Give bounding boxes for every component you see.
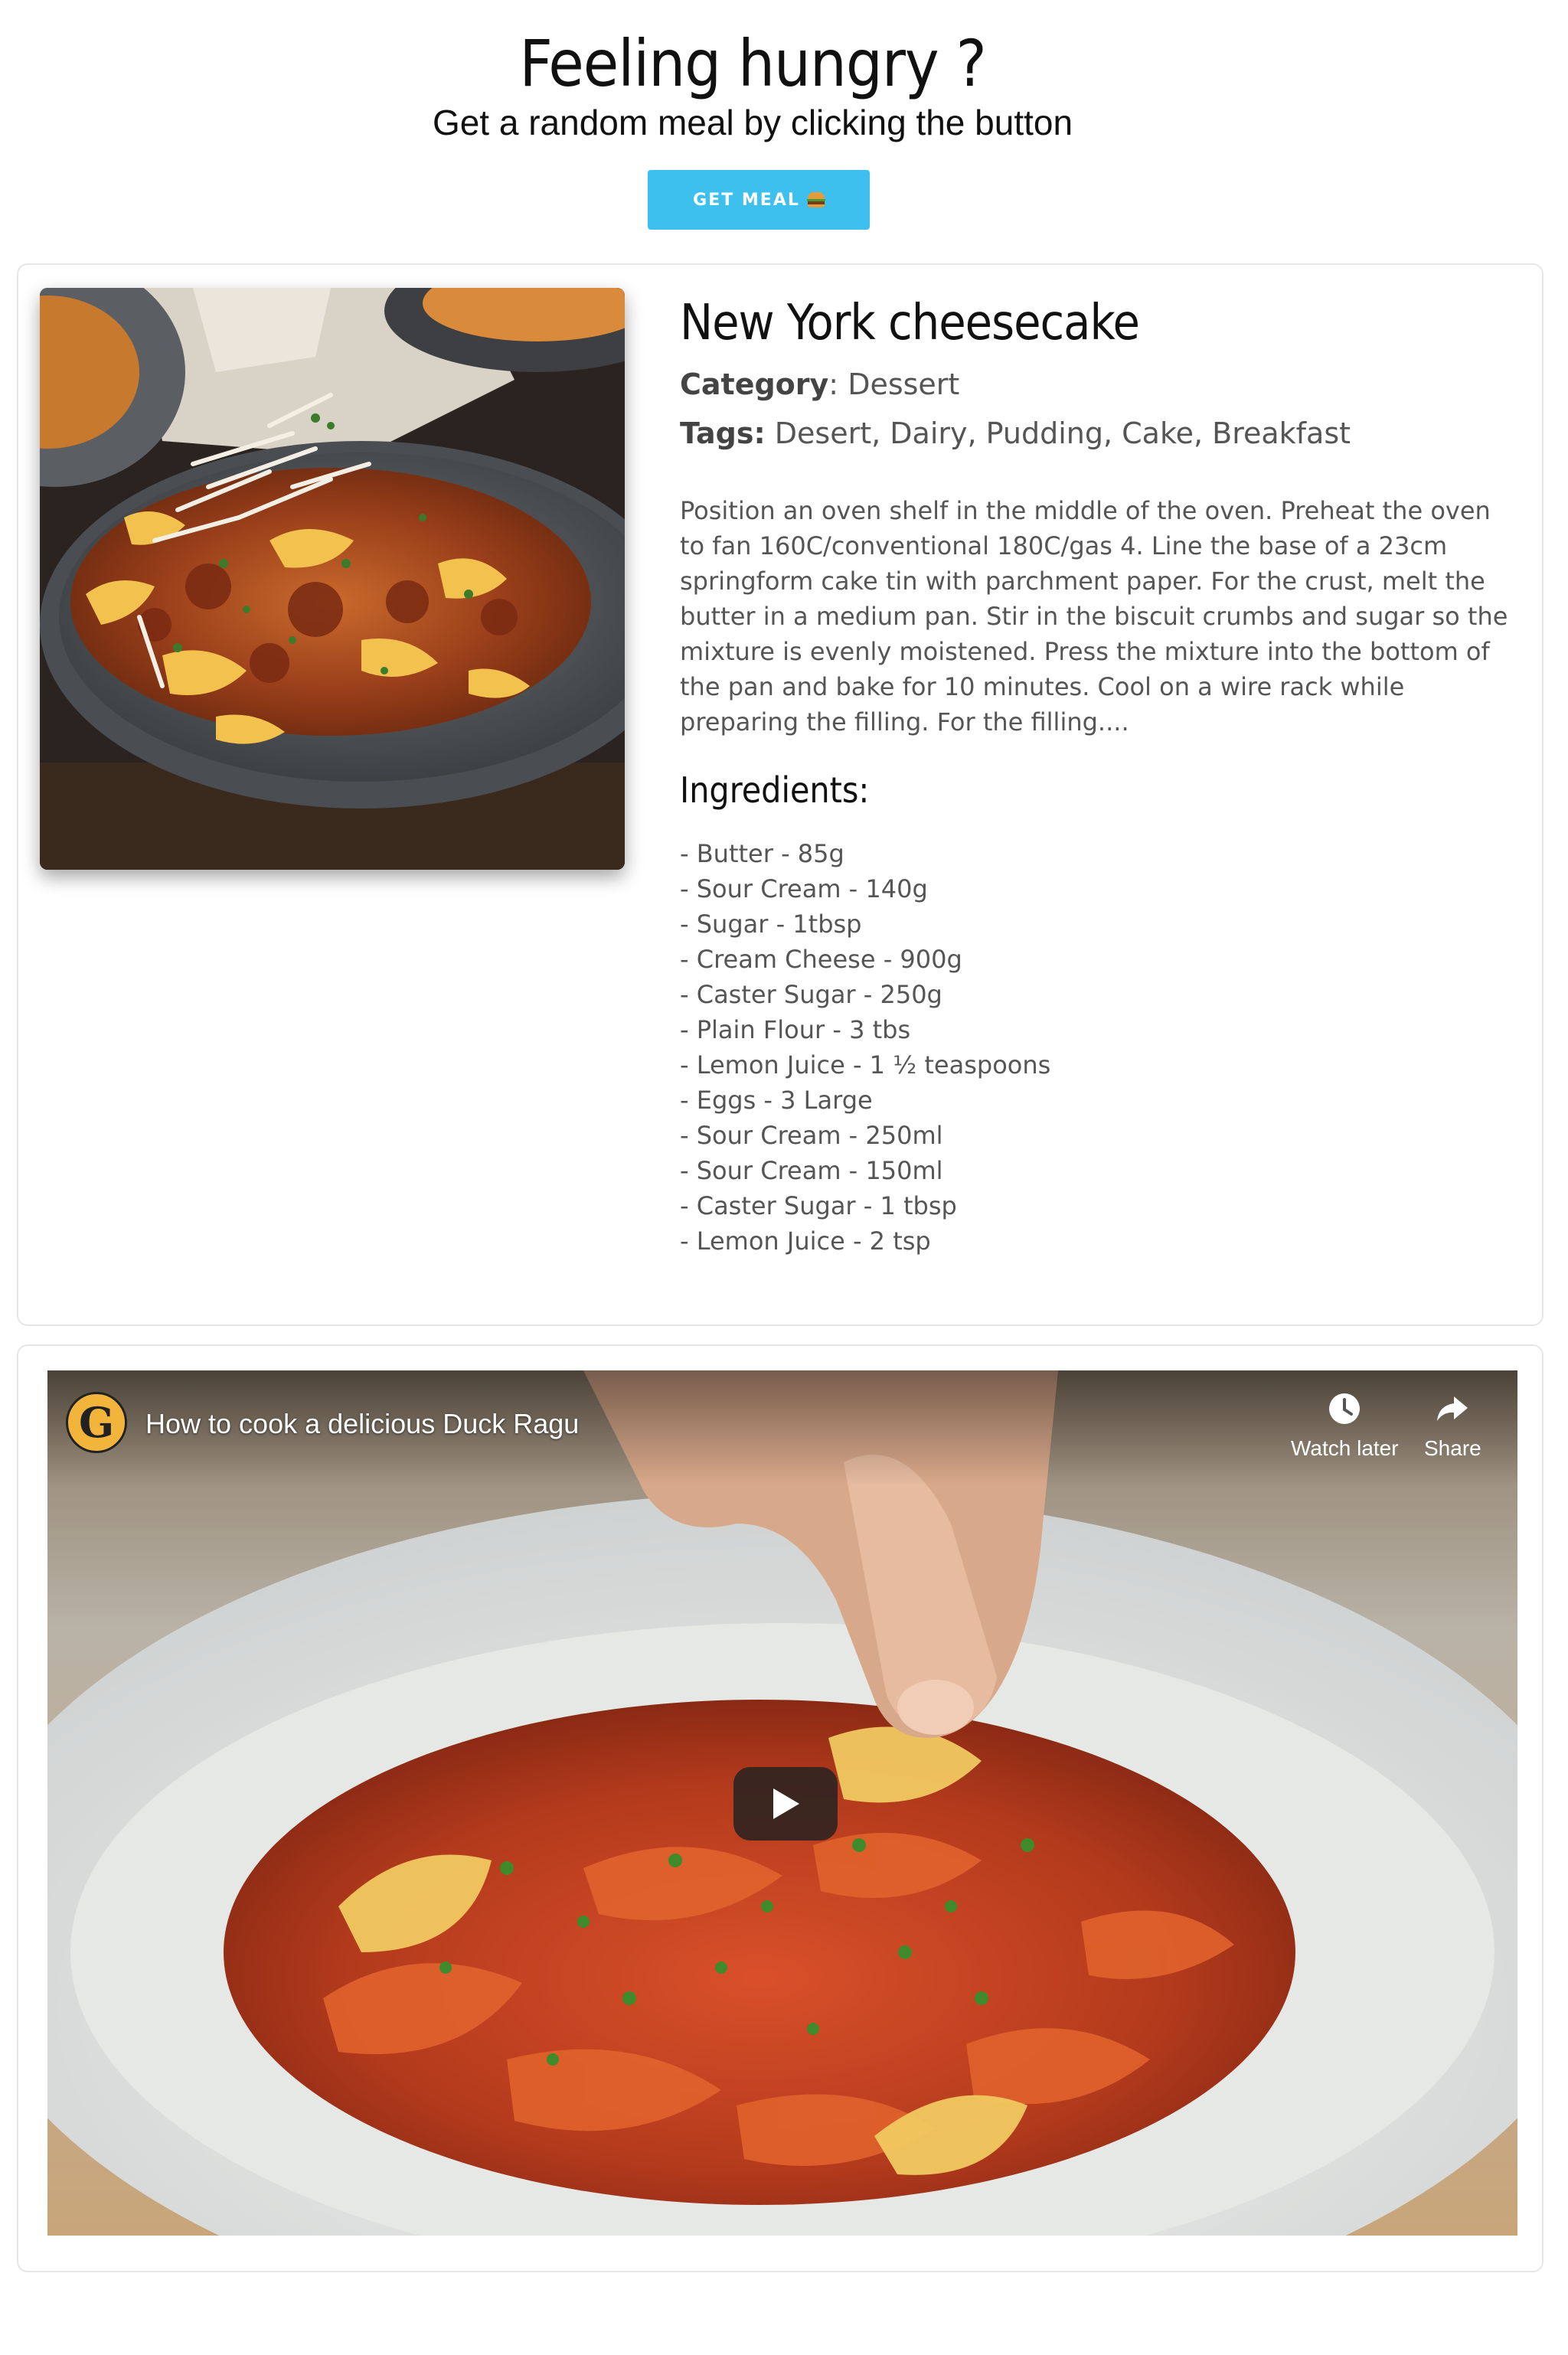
ingredient-item: - Sour Cream - 250ml [680,1121,943,1150]
video-title[interactable]: How to cook a delicious Duck Ragu [145,1406,579,1442]
meal-tags: Tags: Desert, Dairy, Pudding, Cake, Brea… [680,409,1522,458]
meal-card: New York cheesecake Category: Dessert Ta… [17,263,1544,1326]
get-meal-button[interactable]: GET MEAL [648,170,870,230]
ingredient-item: - Caster Sugar - 250g [680,980,942,1009]
ingredients-list: - Butter - 85g - Sour Cream - 140g - Sug… [680,836,1522,1259]
tags-label: Tags: [680,416,766,450]
ingredients-heading: Ingredients: [680,769,870,811]
category-label: Category [680,367,829,401]
ingredient-item: - Plain Flour - 3 tbs [680,1015,911,1044]
share-icon [1437,1396,1468,1421]
ingredient-item: - Sour Cream - 140g [680,874,928,903]
meal-info: New York cheesecake Category: Dessert Ta… [680,292,1522,1259]
play-button[interactable] [733,1767,838,1841]
watch-later-label: Watch later [1291,1436,1399,1460]
category-value: Dessert [848,367,960,401]
meal-instructions: Position an oven shelf in the middle of … [680,496,1508,737]
ingredient-item: - Sugar - 1tbsp [680,910,862,939]
play-icon [773,1788,799,1819]
get-meal-button-label: GET MEAL [693,190,800,210]
watch-later-button[interactable]: Watch later [1291,1387,1399,1461]
ingredient-item: - Eggs - 3 Large [680,1086,873,1115]
share-button[interactable]: Share [1424,1387,1481,1461]
ingredient-item: - Cream Cheese - 900g [680,945,962,974]
tags-value: Desert, Dairy, Pudding, Cake, Breakfast [774,416,1351,450]
page-title: Feeling hungry ? [519,26,986,101]
ingredient-item: - Caster Sugar - 1 tbsp [680,1191,957,1220]
video-embed[interactable]: G How to cook a delicious Duck Ragu Watc… [47,1370,1517,2236]
channel-logo[interactable]: G [66,1392,127,1453]
meal-name: New York cheesecake [680,295,1140,351]
ingredient-item: - Butter - 85g [680,839,844,868]
ingredient-item: - Sour Cream - 150ml [680,1156,943,1185]
share-label: Share [1424,1436,1481,1460]
burger-icon [806,192,825,207]
meal-image [40,288,625,870]
video-card: G How to cook a delicious Duck Ragu Watc… [17,1344,1544,2272]
page-subtitle: Get a random meal by clicking the button [432,103,1073,142]
clock-icon [1329,1393,1361,1424]
meal-category: Category: Dessert [680,367,960,401]
ingredient-item: - Lemon Juice - 1 ½ teaspoons [680,1050,1051,1080]
ingredient-item: - Lemon Juice - 2 tsp [680,1226,931,1256]
